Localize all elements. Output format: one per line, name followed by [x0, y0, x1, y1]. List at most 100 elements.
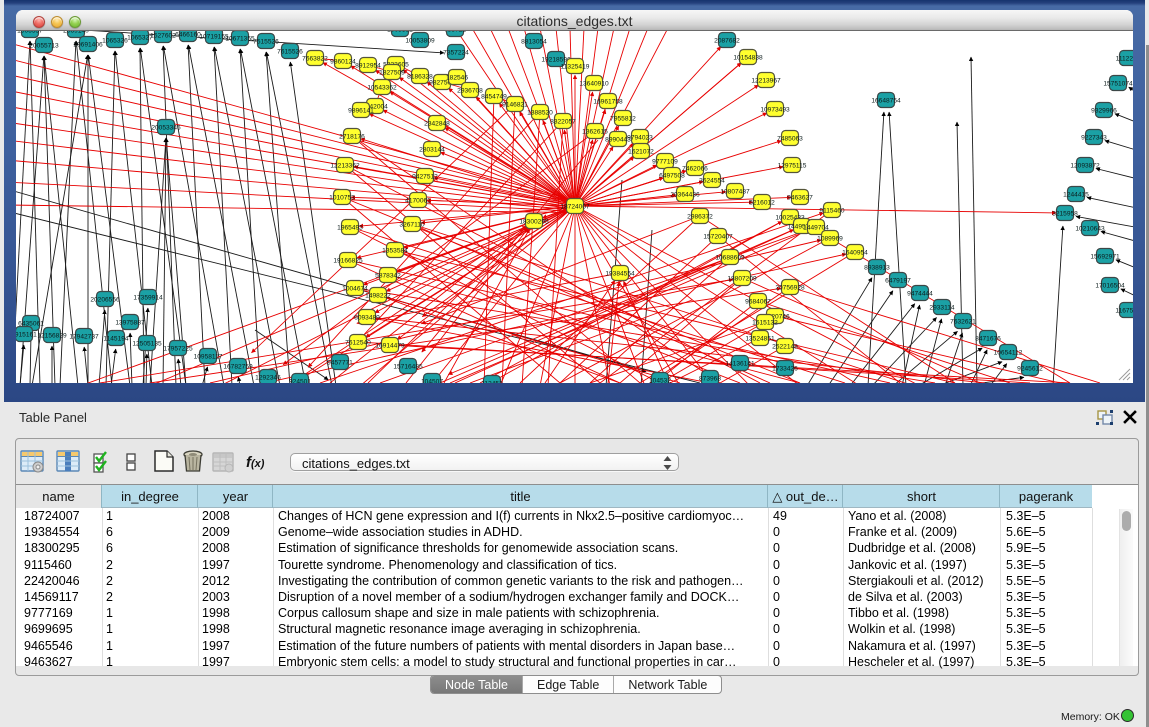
svg-text:1145194: 1145194: [103, 335, 129, 342]
svg-text:13640910: 13640910: [579, 80, 609, 87]
svg-text:6216012: 6216012: [749, 199, 775, 206]
svg-text:2936708: 2936708: [457, 87, 483, 94]
svg-text:12156829: 12156829: [37, 332, 67, 339]
svg-text:6497508: 6497508: [659, 172, 685, 179]
svg-text:9860124: 9860124: [330, 58, 356, 65]
svg-text:9777109: 9777109: [652, 158, 678, 165]
svg-text:182546: 182546: [446, 74, 468, 81]
svg-text:7357224: 7357224: [443, 49, 469, 56]
svg-text:9457771: 9457771: [327, 359, 353, 366]
svg-text:7955812: 7955812: [610, 115, 636, 122]
svg-text:10154838: 10154838: [733, 54, 763, 61]
svg-text:14136141: 14136141: [725, 360, 755, 367]
svg-text:7663822: 7663822: [302, 55, 328, 62]
svg-text:15751074: 15751074: [1103, 80, 1133, 87]
svg-text:3915161: 3915161: [16, 331, 37, 338]
svg-text:2342848: 2342848: [424, 120, 450, 127]
svg-text:20053346: 20053346: [151, 124, 181, 131]
svg-text:17016504: 17016504: [1095, 282, 1125, 289]
svg-text:8322057: 8322057: [550, 118, 576, 125]
svg-text:9227343: 9227343: [1081, 134, 1107, 141]
svg-text:104532: 104532: [649, 377, 671, 383]
svg-text:12093872: 12093872: [1070, 162, 1100, 169]
svg-text:16914479: 16914479: [375, 342, 405, 349]
svg-text:9896141: 9896141: [348, 107, 374, 114]
svg-text:1827509: 1827509: [379, 69, 405, 76]
svg-text:10671355: 10671355: [225, 35, 255, 42]
svg-text:9794023: 9794023: [627, 134, 653, 141]
svg-text:1112273: 1112273: [1116, 55, 1133, 62]
svg-text:1362615: 1362615: [582, 128, 608, 135]
svg-text:1244415: 1244415: [1063, 191, 1089, 198]
svg-text:9684067: 9684067: [745, 298, 771, 305]
svg-text:6093489: 6093489: [354, 314, 380, 321]
svg-text:1292346: 1292346: [255, 374, 281, 381]
svg-text:924501: 924501: [289, 378, 311, 383]
svg-text:15692971: 15692971: [1090, 253, 1120, 260]
svg-text:7632621: 7632621: [950, 318, 976, 325]
svg-text:1906557: 1906557: [17, 31, 43, 34]
svg-text:2069140: 2069140: [63, 31, 89, 34]
svg-text:1353584: 1353584: [382, 247, 408, 254]
svg-text:10053809: 10053809: [405, 37, 435, 44]
svg-text:12505135: 12505135: [132, 340, 162, 347]
svg-text:3624554: 3624554: [699, 177, 725, 184]
svg-text:18807209: 18807209: [727, 275, 757, 282]
svg-text:20206556: 20206556: [90, 296, 120, 303]
svg-text:4170061: 4170061: [405, 197, 431, 204]
svg-text:6466160: 6466160: [175, 31, 201, 38]
svg-text:12213362: 12213362: [330, 162, 360, 169]
svg-text:9245612: 9245612: [1017, 365, 1043, 372]
svg-text:8912954: 8912954: [355, 62, 381, 69]
svg-text:16782759: 16782759: [223, 363, 253, 370]
svg-text:2087682: 2087682: [714, 37, 740, 44]
svg-text:735722: 735722: [444, 31, 466, 33]
svg-text:8813054: 8813054: [521, 38, 547, 45]
svg-text:9427512: 9427512: [412, 173, 438, 180]
svg-text:6479197: 6479197: [885, 277, 911, 284]
svg-text:17359914: 17359914: [133, 294, 163, 301]
svg-text:104507: 104507: [421, 378, 443, 383]
svg-text:7615526: 7615526: [277, 48, 303, 55]
svg-text:12213967: 12213967: [751, 77, 781, 84]
svg-text:8938913: 8938913: [864, 264, 890, 271]
svg-text:20055713: 20055713: [29, 42, 59, 49]
svg-text:15716485: 15716485: [393, 363, 423, 370]
svg-text:13524851: 13524851: [745, 335, 775, 342]
svg-text:7612540: 7612540: [345, 339, 371, 346]
svg-text:7462066: 7462066: [682, 165, 708, 172]
svg-text:873968: 873968: [699, 375, 721, 382]
svg-text:19166825: 19166825: [333, 257, 363, 264]
svg-text:3215958: 3215958: [1052, 210, 1078, 217]
svg-text:8454749: 8454749: [481, 93, 507, 100]
svg-text:10688609: 10688609: [715, 254, 745, 261]
svg-text:5878342: 5878342: [375, 272, 401, 279]
svg-text:1527602: 1527602: [150, 32, 176, 39]
svg-text:9115460: 9115460: [819, 207, 845, 214]
svg-text:1065326: 1065326: [102, 37, 128, 44]
svg-text:113452: 113452: [481, 380, 503, 383]
svg-text:18724007: 18724007: [560, 203, 590, 210]
svg-text:16961758: 16961758: [593, 98, 623, 105]
svg-text:9463627: 9463627: [787, 194, 813, 201]
svg-text:9146821: 9146821: [502, 101, 528, 108]
svg-text:9474444: 9474444: [907, 290, 933, 297]
svg-text:20756928: 20756928: [775, 284, 805, 291]
svg-text:20691406: 20691406: [73, 41, 103, 48]
svg-text:17957225: 17957225: [163, 345, 193, 352]
svg-text:1621072: 1621072: [628, 148, 654, 155]
svg-text:1004674: 1004674: [342, 285, 368, 292]
svg-text:1089969: 1089969: [817, 235, 843, 242]
svg-text:19384554: 19384554: [605, 270, 635, 277]
svg-text:15720407: 15720407: [703, 233, 733, 240]
svg-text:10807487: 10807487: [720, 188, 750, 195]
svg-text:8471676: 8471676: [975, 335, 1001, 342]
svg-text:12975115: 12975115: [778, 162, 807, 169]
svg-text:2718176: 2718176: [339, 133, 365, 140]
svg-text:3267110: 3267110: [399, 221, 425, 228]
svg-text:2986372: 2986372: [687, 213, 713, 220]
svg-text:13975887: 13975887: [115, 319, 145, 326]
svg-text:16648754: 16648754: [871, 97, 901, 104]
svg-text:18300295: 18300295: [519, 218, 549, 225]
svg-text:2522148: 2522148: [772, 343, 798, 350]
